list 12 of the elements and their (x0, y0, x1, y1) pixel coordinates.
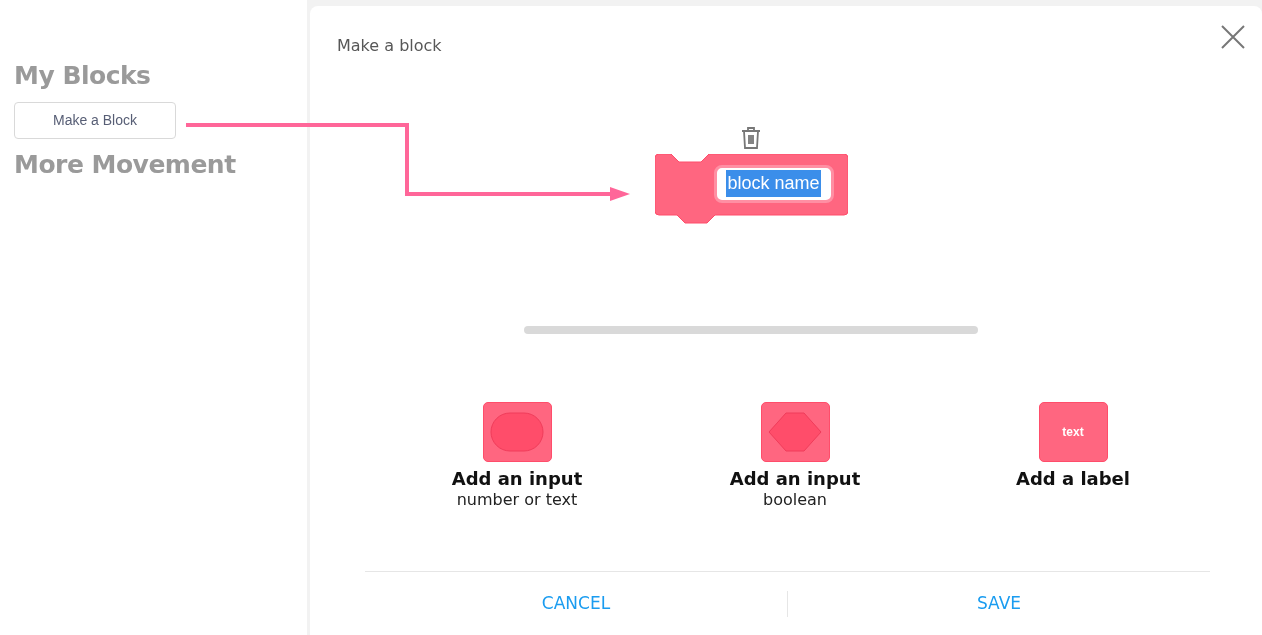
dialog-title: Make a block (337, 35, 442, 57)
category-heading: My Blocks (14, 62, 152, 90)
trash-icon[interactable] (740, 125, 762, 150)
rounded-input-icon (482, 402, 552, 462)
add-option[interactable]: Add an input number or text (378, 402, 656, 511)
category-heading: More Movement (14, 150, 237, 178)
add-option[interactable]: Add an input boolean (656, 402, 934, 511)
make-block-button[interactable]: Make a Block (14, 101, 176, 139)
label-option-icon: text (1038, 402, 1108, 462)
hexagon-input-icon (760, 402, 830, 462)
close-icon[interactable] (1220, 24, 1246, 50)
add-option[interactable]: text Add a label (934, 402, 1212, 511)
